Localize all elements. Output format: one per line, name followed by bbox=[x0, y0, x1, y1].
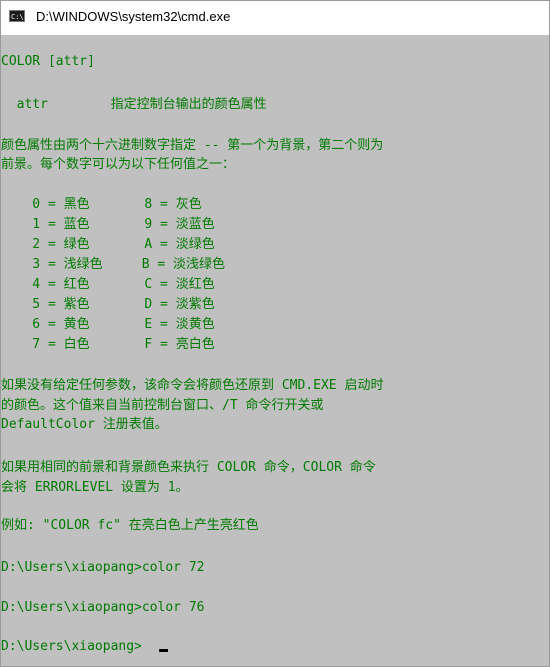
console-line: 的颜色。这个值来自当前控制台窗口、/T 命令行开关或 bbox=[1, 398, 324, 413]
console-line: D:\Users\xiaopang>color 72 bbox=[1, 560, 205, 575]
console-line: 5 = 紫色 D = 淡紫色 bbox=[1, 297, 215, 312]
console-line: 如果没有给定任何参数，该命令会将颜色还原到 CMD.EXE 启动时 bbox=[1, 378, 384, 393]
console-line: 会将 ERRORLEVEL 设置为 1。 bbox=[1, 480, 189, 495]
console-line: 前景。每个数字可以为以下任何值之一： bbox=[1, 157, 236, 172]
console-line: COLOR [attr] bbox=[1, 54, 95, 69]
console-line: 0 = 黑色 8 = 灰色 bbox=[1, 197, 202, 212]
console-output[interactable]: COLOR [attr] attr 指定控制台输出的颜色属性 颜色属性由两个十六… bbox=[1, 35, 549, 666]
cmd-window: C:\ D:\WINDOWS\system32\cmd.exe COLOR [a… bbox=[0, 0, 550, 667]
console-line: 2 = 绿色 A = 淡绿色 bbox=[1, 237, 215, 252]
console-line: attr 指定控制台输出的颜色属性 bbox=[1, 97, 267, 112]
title-bar[interactable]: C:\ D:\WINDOWS\system32\cmd.exe bbox=[1, 1, 549, 35]
console-line: D:\Users\xiaopang>color 76 bbox=[1, 600, 205, 615]
console-line: 4 = 红色 C = 淡红色 bbox=[1, 277, 215, 292]
text-cursor bbox=[159, 649, 168, 652]
console-line: DefaultColor 注册表值。 bbox=[1, 417, 168, 432]
console-line: 3 = 浅绿色 B = 淡浅绿色 bbox=[1, 257, 226, 272]
console-line: 6 = 黄色 E = 淡黄色 bbox=[1, 317, 215, 332]
command-prompt[interactable]: D:\Users\xiaopang> bbox=[1, 638, 142, 656]
console-line: 例如: "COLOR fc" 在亮白色上产生亮红色 bbox=[1, 518, 259, 533]
cmd-app-icon: C:\ bbox=[9, 10, 25, 22]
console-line: 1 = 蓝色 9 = 淡蓝色 bbox=[1, 217, 215, 232]
console-line: 如果用相同的前景和背景颜色来执行 COLOR 命令，COLOR 命令 bbox=[1, 460, 376, 475]
window-title: D:\WINDOWS\system32\cmd.exe bbox=[36, 9, 231, 24]
console-line: 颜色属性由两个十六进制数字指定 -- 第一个为背景，第二个则为 bbox=[1, 138, 384, 153]
console-line: 7 = 白色 F = 亮白色 bbox=[1, 337, 215, 352]
